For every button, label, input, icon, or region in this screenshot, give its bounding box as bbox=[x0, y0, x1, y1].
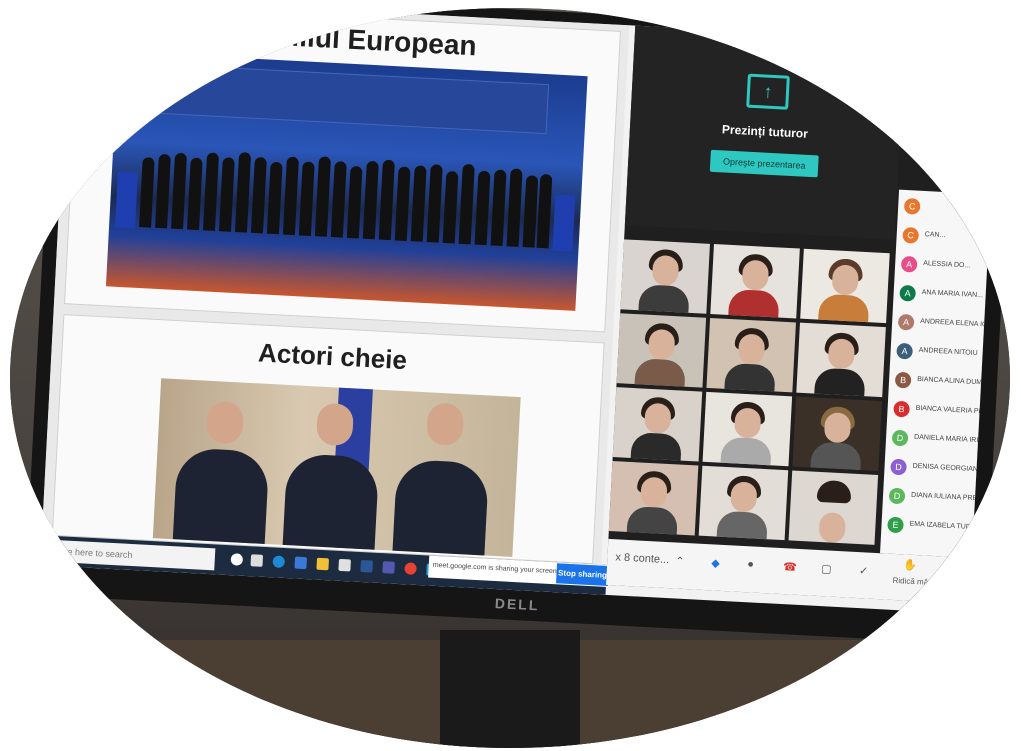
participant-avatar: C bbox=[903, 197, 921, 215]
participant-avatar: D bbox=[890, 458, 907, 476]
participant-item[interactable]: C CAN... bbox=[902, 226, 989, 251]
participant-avatar: E bbox=[887, 516, 904, 534]
task-view-icon[interactable] bbox=[250, 554, 264, 567]
photo-vignette: Consiliul European Actori cheie Type her… bbox=[10, 8, 1010, 748]
stop-presenting-button[interactable]: Opreşte prezentarea bbox=[709, 149, 819, 178]
raise-hand-icon[interactable]: ✋ bbox=[903, 558, 917, 572]
video-tile[interactable] bbox=[612, 387, 703, 462]
teams-icon[interactable] bbox=[382, 561, 395, 574]
participant-avatar: A bbox=[900, 255, 918, 273]
participant-avatar: B bbox=[893, 400, 911, 418]
person-right bbox=[392, 458, 490, 556]
participant-name: ALESSIA DO... bbox=[923, 260, 971, 270]
cortana-icon[interactable] bbox=[230, 553, 244, 566]
face-left bbox=[205, 400, 245, 445]
slide-2: Actori cheie bbox=[51, 314, 605, 565]
participant-avatar: D bbox=[891, 429, 909, 447]
participant-name: DIANA IULIANA PREDA... bbox=[910, 491, 993, 503]
word-icon[interactable] bbox=[360, 560, 373, 573]
share-message: meet.google.com is sharing your screen. bbox=[432, 561, 559, 576]
present-label: Prezinți tuturor bbox=[721, 122, 809, 141]
monitor-stand bbox=[440, 630, 580, 748]
chevron-up-icon[interactable]: ⌃ bbox=[675, 554, 685, 567]
european-council-group-photo bbox=[105, 51, 588, 311]
participants-list: C C CAN... A ALESSIA DO... A ANA MARIA IVAN...… bbox=[880, 189, 999, 558]
video-tile[interactable] bbox=[698, 465, 789, 541]
meet-panel: ↑ Prezinți tuturor Opreşte prezentarea C… bbox=[605, 25, 999, 604]
video-tile[interactable] bbox=[702, 391, 793, 467]
shield-icon[interactable]: ◆ bbox=[711, 556, 720, 569]
video-tile[interactable] bbox=[620, 239, 710, 314]
eu-flag-right bbox=[552, 194, 576, 252]
store-icon[interactable] bbox=[338, 558, 351, 572]
participant-item[interactable]: A ANDREEA NITOIU bbox=[896, 342, 983, 367]
participant-name: ANDREEA ELENA ION... bbox=[920, 317, 999, 330]
taskbar-search-input[interactable]: Type here to search bbox=[46, 539, 216, 571]
slide-1-title: Consiliul European bbox=[220, 17, 478, 62]
participant-avatar: C bbox=[902, 226, 920, 244]
participant-name: BIANCA ALINA DUMITR... bbox=[916, 375, 999, 388]
participant-item[interactable]: E EMA IZABELA TUDOR... bbox=[887, 516, 987, 541]
participant-name: DANIELA MARIA IRINA... bbox=[913, 433, 994, 445]
camera-icon[interactable]: ▢ bbox=[821, 562, 832, 576]
presenting-box: ↑ Prezinți tuturor Opreşte prezentarea bbox=[624, 25, 905, 240]
participant-avatar: D bbox=[888, 487, 906, 505]
key-actors-photo bbox=[152, 378, 521, 557]
monitor: Consiliul European Actori cheie Type her… bbox=[24, 8, 1010, 645]
participant-item[interactable]: B BIANCA ALINA DUMITR... bbox=[894, 371, 999, 396]
more-participants-label[interactable]: x 8 conte... bbox=[615, 551, 669, 566]
edge-icon[interactable] bbox=[272, 555, 286, 569]
video-tile[interactable] bbox=[796, 322, 886, 398]
participant-item[interactable]: D DANIELA MARIA IRINA... bbox=[891, 429, 994, 454]
video-tile[interactable] bbox=[800, 248, 890, 324]
participant-name: DENISA GEORGIANA C... bbox=[912, 462, 996, 475]
video-tile[interactable] bbox=[792, 396, 882, 471]
video-tile[interactable] bbox=[706, 317, 796, 393]
summit-banner bbox=[155, 63, 550, 135]
participant-name: ANDREEA NITOIU bbox=[918, 346, 978, 357]
participant-name: BIANCA VALERIA PETR... bbox=[915, 404, 999, 417]
participant-avatar: A bbox=[899, 284, 917, 302]
dell-logo: DELL bbox=[494, 595, 540, 614]
stop-sharing-button[interactable]: Stop sharing bbox=[556, 563, 609, 586]
mail-icon[interactable] bbox=[294, 556, 308, 570]
face-right bbox=[426, 402, 465, 447]
person-left bbox=[172, 447, 270, 544]
participant-name: CAN... bbox=[924, 231, 946, 240]
participant-avatar: A bbox=[896, 342, 914, 360]
eu-flag-left bbox=[115, 171, 138, 229]
participant-item[interactable]: C bbox=[903, 197, 991, 222]
slide-1: Consiliul European bbox=[63, 8, 622, 333]
hang-up-icon[interactable]: ☎ bbox=[783, 560, 797, 574]
video-grid bbox=[608, 239, 893, 553]
participant-name: ANA MARIA IVAN... bbox=[921, 288, 984, 300]
participant-avatar: B bbox=[894, 371, 912, 389]
participant-item[interactable]: B BIANCA VALERIA PETR... bbox=[893, 400, 998, 425]
participant-avatar: A bbox=[897, 313, 915, 331]
checkmark-icon[interactable]: ✓ bbox=[859, 564, 869, 577]
participant-item[interactable]: D DIANA IULIANA PREDA... bbox=[888, 487, 993, 512]
video-tile[interactable] bbox=[788, 470, 879, 545]
video-tile[interactable] bbox=[616, 313, 707, 388]
presentation-slides: Consiliul European Actori cheie bbox=[41, 8, 630, 565]
participant-item[interactable]: A ANA MARIA IVAN... bbox=[899, 284, 986, 309]
participant-item[interactable]: D DENISA GEORGIANA C... bbox=[890, 458, 995, 483]
chrome-icon[interactable] bbox=[404, 562, 417, 575]
screen: Consiliul European Actori cheie Type her… bbox=[40, 8, 999, 614]
video-tile[interactable] bbox=[710, 244, 800, 319]
participant-item[interactable]: A ALESSIA DO... bbox=[900, 255, 988, 280]
video-tile[interactable] bbox=[608, 461, 699, 536]
group-of-leaders bbox=[139, 139, 553, 249]
participant-name: EMA IZABELA TUDOR... bbox=[909, 520, 988, 532]
slide-2-title: Actori cheie bbox=[257, 337, 408, 376]
present-screen-icon: ↑ bbox=[746, 73, 790, 110]
participant-item[interactable]: A ANDREEA ELENA ION... bbox=[897, 313, 998, 338]
raise-hand-label[interactable]: Ridică mâna bbox=[892, 576, 937, 587]
file-explorer-icon[interactable] bbox=[316, 557, 330, 571]
microphone-icon[interactable]: ● bbox=[747, 558, 754, 570]
person-center bbox=[282, 453, 380, 550]
